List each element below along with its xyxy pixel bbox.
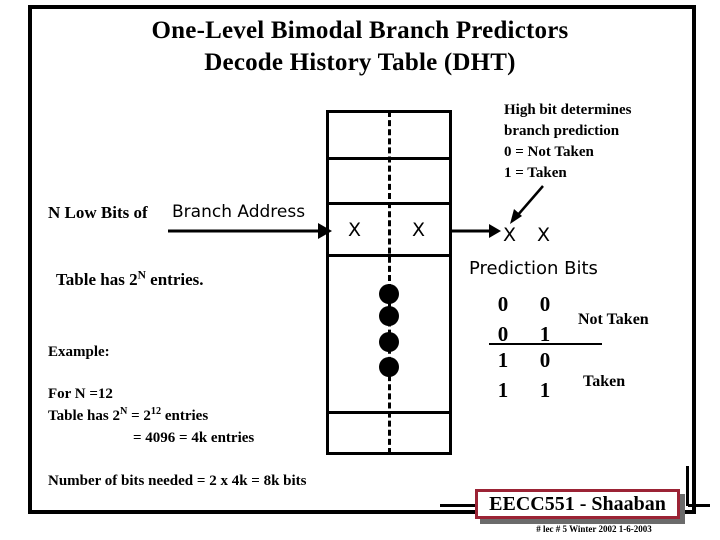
ellipsis-dot [379, 284, 399, 304]
dht-cell-mark-left: X [348, 219, 362, 241]
footer-badge: EECC551 - Shaaban [475, 489, 680, 519]
ellipsis-dot [379, 306, 399, 326]
example-line-for-n: For N =12 [48, 386, 113, 402]
footer-rule-vertical [686, 466, 689, 506]
bit-table-separator-rule [489, 343, 602, 345]
slide-canvas: One-Level Bimodal Branch Predictors Deco… [0, 0, 720, 540]
footer-badge-text: EECC551 - Shaaban [489, 492, 666, 515]
input-label-bold: N Low Bits of [48, 203, 148, 222]
bit-table-cell: 1 [497, 378, 509, 402]
annotation-line-2: branch prediction [504, 123, 620, 139]
page-title-line-1: One-Level Bimodal Branch Predictors [151, 17, 569, 44]
footer-rule-left [440, 504, 475, 507]
bit-table-cell: 1 [539, 378, 551, 402]
input-label-branch-address: Branch Address [172, 202, 306, 222]
prediction-bits-label: Prediction Bits [469, 258, 598, 279]
annotation-line-4: 1 = Taken [504, 165, 567, 181]
bit-table-cell: 0 [539, 292, 551, 316]
entries-note-post: entries. [145, 270, 204, 289]
bit-table-cell: 0 [539, 348, 551, 372]
footer-note-text: # lec # 5 Winter 2002 1-6-2003 [536, 524, 652, 534]
table-entries-note: Table has 2N entries. [56, 268, 204, 290]
table-has-post: entries [161, 408, 209, 424]
bits-needed-line: Number of bits needed = 2 x 4k = 8k bits [48, 473, 307, 489]
example-line-equals: = 4096 = 4k entries [133, 430, 255, 446]
example-heading: Example: [48, 344, 110, 360]
outcome-label-taken: Taken [583, 373, 626, 390]
table-has-mid: = 2 [127, 408, 151, 424]
example-line-table-has: Table has 2N = 212 entries [48, 406, 209, 425]
ellipsis-dot [379, 332, 399, 352]
table-has-exponent-12: 12 [150, 406, 162, 417]
ellipsis-dot [379, 357, 399, 377]
prediction-mark-left: X [503, 224, 517, 246]
bit-table-cell: 0 [497, 292, 509, 316]
table-has-pre: Table has 2 [48, 408, 120, 424]
prediction-mark-right: X [537, 224, 551, 246]
entries-note-pre: Table has 2 [56, 270, 138, 289]
outcome-label-not-taken: Not Taken [578, 311, 649, 328]
dht-center-dashed-line [388, 111, 391, 454]
footer-rule-right [688, 504, 710, 507]
annotation-line-3: 0 = Not Taken [504, 144, 594, 160]
dht-cell-mark-right: X [412, 219, 426, 241]
annotation-line-1: High bit determines [504, 102, 632, 118]
page-title-line-2: Decode History Table (DHT) [204, 49, 516, 76]
entries-note-exponent: N [137, 268, 146, 282]
bit-table-cell: 1 [497, 348, 509, 372]
high-bit-annotation: High bit determines branch prediction 0 … [504, 100, 632, 184]
